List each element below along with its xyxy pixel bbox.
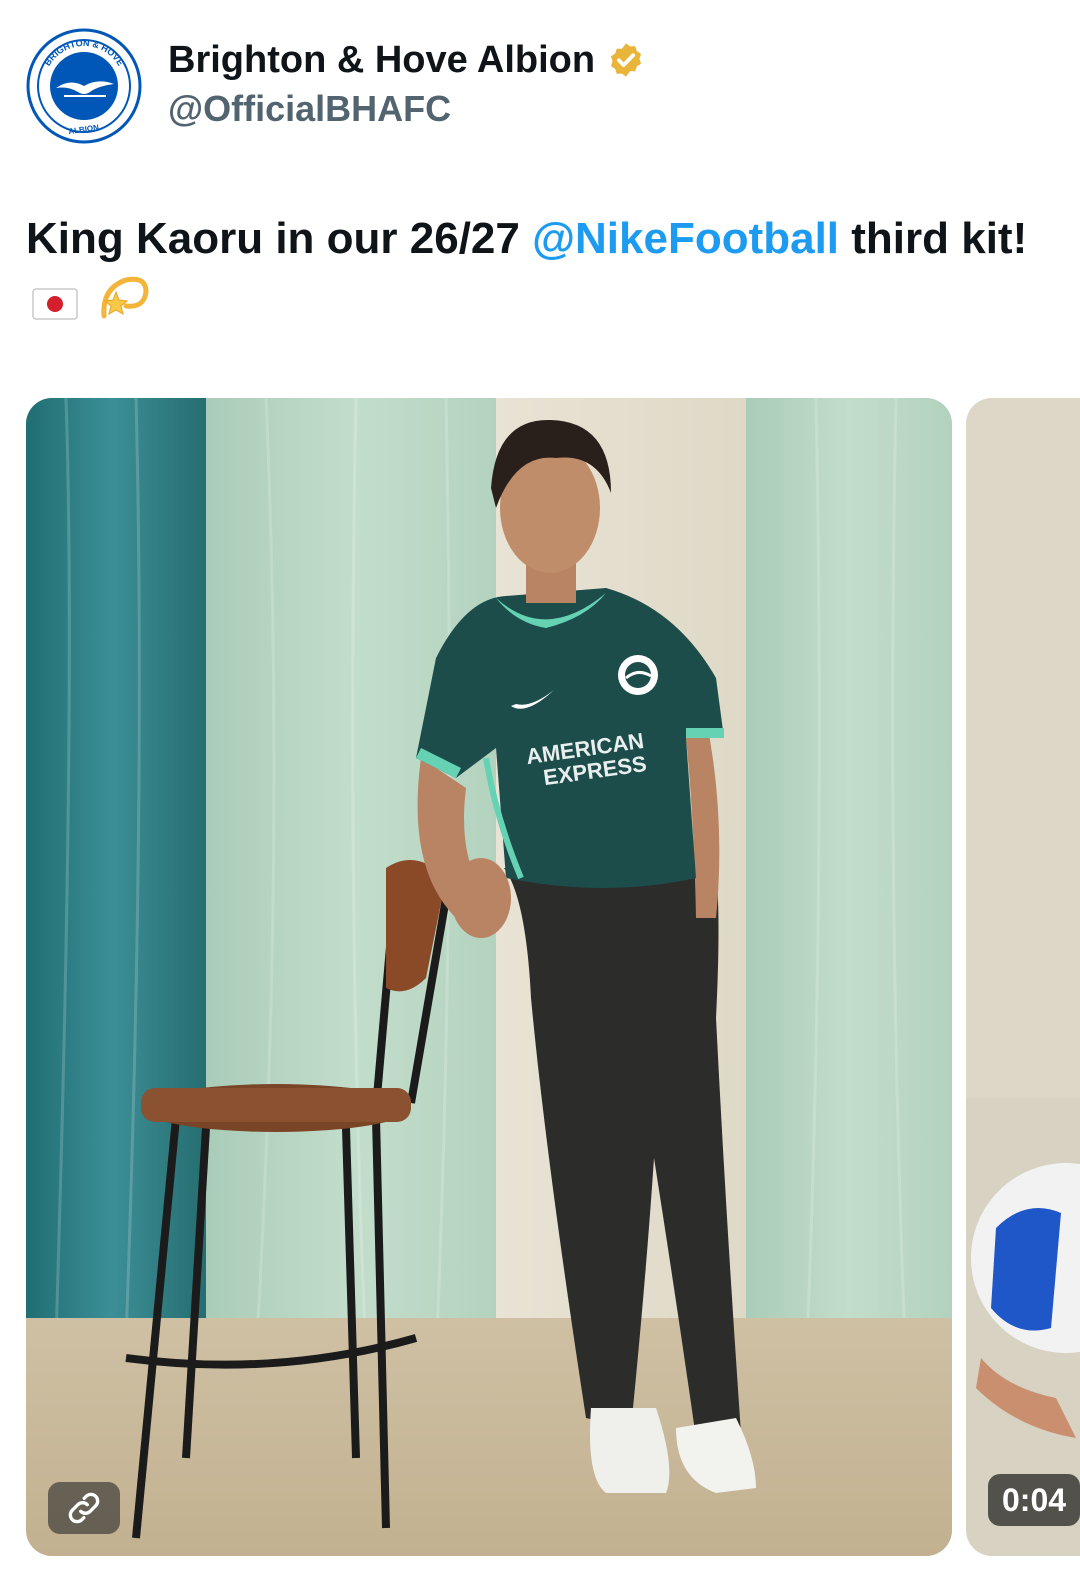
verified-badge-icon [611, 43, 642, 77]
tweet-photo[interactable]: AMERICAN EXPRESS [26, 398, 952, 1556]
tweet-text-part: third kit! [839, 214, 1028, 263]
dizzy-star-icon [96, 270, 150, 341]
brighton-crest-icon: BRIGHTON & HOVE ALBION [26, 28, 142, 144]
display-name[interactable]: Brighton & Hove Albion [168, 39, 595, 82]
tweet-header: BRIGHTON & HOVE ALBION Brighton & Hove A… [26, 28, 1066, 148]
tweet-video[interactable]: 0:04 [966, 398, 1080, 1556]
tweet-text-part: King Kaoru in our 26/27 [26, 214, 533, 263]
tweet-text: King Kaoru in our 26/27 @NikeFootball th… [26, 208, 1036, 341]
video-duration: 0:04 [988, 1474, 1080, 1526]
japan-flag-icon [32, 275, 78, 337]
link-icon [68, 1492, 100, 1524]
link-badge[interactable] [48, 1482, 120, 1534]
player-photo: AMERICAN EXPRESS [26, 398, 952, 1556]
mention-link[interactable]: @NikeFootball [532, 214, 839, 263]
video-thumbnail [966, 398, 1080, 1556]
account-avatar[interactable]: BRIGHTON & HOVE ALBION [26, 28, 142, 144]
account-handle[interactable]: @OfficialBHAFC [168, 88, 645, 130]
